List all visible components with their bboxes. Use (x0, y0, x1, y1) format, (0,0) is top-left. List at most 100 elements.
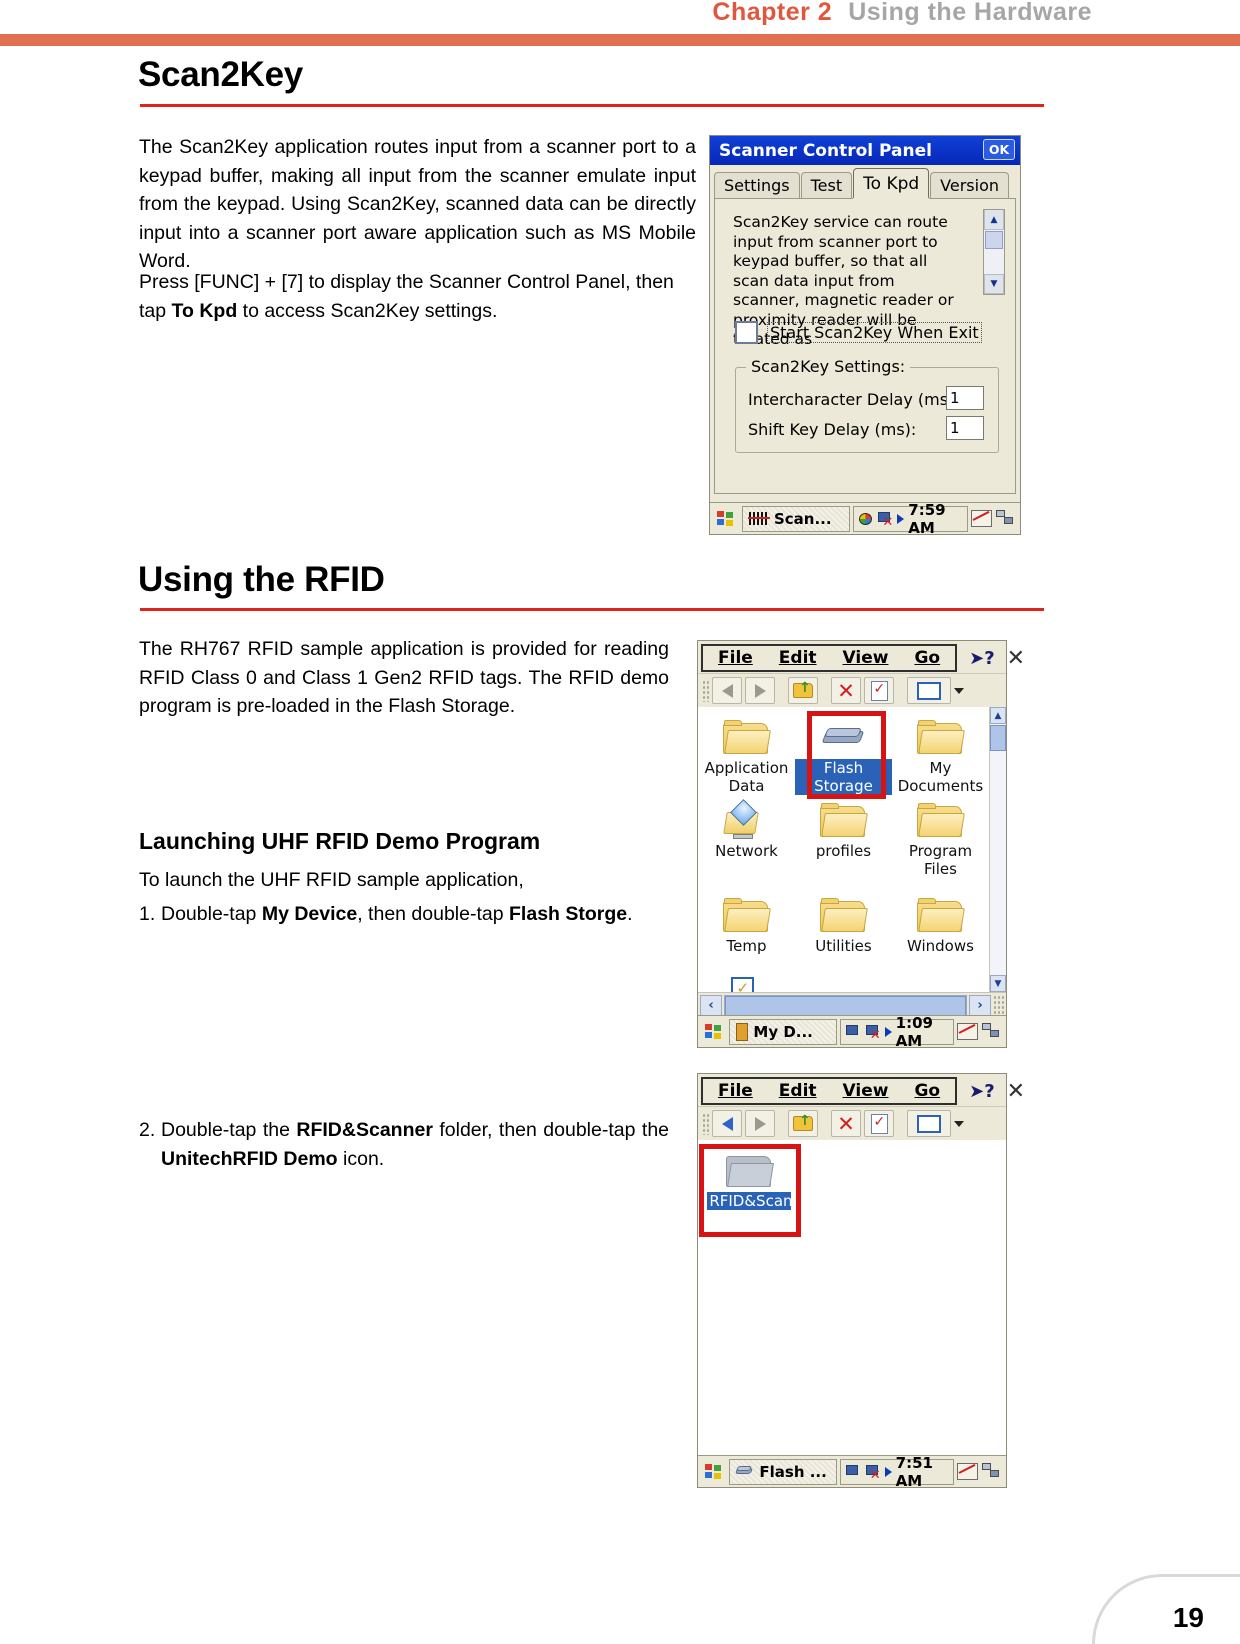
forward-button[interactable] (745, 677, 775, 704)
help-arrow-icon[interactable]: ➤? (965, 648, 999, 669)
page-title-using-rfid: Using the RFID (138, 560, 385, 599)
description-scrollbar[interactable]: ▲ ▼ (983, 209, 1005, 295)
toolbar-grip[interactable] (702, 1112, 709, 1135)
chevron-down-icon[interactable] (954, 1120, 964, 1127)
scroll-thumb[interactable] (990, 725, 1006, 751)
vertical-scrollbar[interactable]: ▲ ▼ (989, 707, 1006, 992)
scroll-down-icon[interactable]: ▼ (984, 274, 1004, 294)
scroll-down-icon[interactable]: ▼ (990, 975, 1006, 992)
taskbar-right-icons (971, 510, 1017, 527)
menu-go[interactable]: Go (901, 648, 953, 668)
folder-icon (916, 803, 965, 839)
step-1-part-1: My Device (261, 903, 358, 925)
tab-settings[interactable]: Settings (714, 172, 800, 198)
scroll-right-icon[interactable]: › (969, 994, 991, 1017)
start-scan2key-checkbox-row[interactable]: Start Scan2Key When Exit (735, 321, 982, 344)
activesync-icon[interactable] (846, 1024, 861, 1040)
list-item[interactable]: Network (698, 797, 795, 878)
sip-keyboard-icon[interactable] (957, 1463, 978, 1480)
back-button[interactable] (712, 677, 742, 704)
windows-flag-icon (705, 1024, 722, 1039)
desktop-switch-icon[interactable] (982, 1023, 1003, 1040)
explorer-content: RFID&Scanner (698, 1140, 1006, 1458)
scroll-thumb[interactable] (985, 231, 1003, 249)
back-button[interactable] (712, 1110, 742, 1137)
tray-expand-icon[interactable] (884, 1466, 892, 1477)
delete-button[interactable]: ✕ (831, 1110, 861, 1137)
step-1-part-0: Double-tap (161, 903, 262, 925)
chevron-down-icon[interactable] (954, 687, 964, 694)
taskbar-task-button[interactable]: Scan... (741, 505, 850, 532)
connection-disconnected-icon[interactable]: ✕ (865, 1464, 881, 1482)
using-rfid-paragraph: The RH767 RFID sample application is pro… (139, 638, 669, 717)
taskbar: Flash ... ✕ 7:51 AM (698, 1454, 1006, 1490)
list-item[interactable]: My Documents (892, 714, 989, 795)
hscroll-thumb[interactable] (725, 995, 966, 1016)
file-explorer-flash-storage-window[interactable]: File Edit View Go ➤? ✕ ✕ (697, 1073, 1025, 1490)
list-item[interactable]: profiles (795, 797, 892, 878)
toolbar-grip[interactable] (702, 679, 709, 702)
tray-expand-icon[interactable] (884, 1026, 892, 1037)
scroll-left-icon[interactable]: ‹ (700, 994, 722, 1017)
sip-keyboard-icon[interactable] (957, 1023, 978, 1040)
scan2key-paragraph-1: The Scan2Key application routes input fr… (139, 136, 696, 272)
taskbar: My D... ✕ 1:09 AM (698, 1014, 1006, 1050)
list-item-step-2: 2. Double-tap the RFID&Scanner folder, t… (139, 1116, 669, 1173)
tab-to-kpd[interactable]: To Kpd (853, 168, 930, 198)
list-item[interactable]: Windows (892, 892, 989, 955)
tab-test[interactable]: Test (800, 172, 853, 198)
view-mode-button[interactable] (907, 1110, 951, 1137)
help-arrow-icon[interactable]: ➤? (965, 1081, 999, 1102)
properties-button[interactable] (864, 1110, 894, 1137)
taskbar: Scan... ✕ 7:59 AM (710, 501, 1020, 537)
close-icon[interactable]: ✕ (1003, 1079, 1033, 1104)
windows-flag-icon (717, 511, 734, 526)
menu-edit-label: Edit (778, 1081, 817, 1101)
up-one-level-button[interactable] (788, 1110, 818, 1137)
start-scan2key-label: Start Scan2Key When Exit (767, 322, 982, 343)
menu-view[interactable]: View (830, 1081, 902, 1101)
view-mode-button[interactable] (907, 677, 951, 704)
list-item[interactable]: Temp (698, 892, 795, 955)
taskbar-task-button[interactable]: My D... (729, 1018, 838, 1045)
activesync-icon[interactable] (846, 1464, 861, 1480)
up-one-level-button[interactable] (788, 677, 818, 704)
menu-file[interactable]: File (705, 1081, 766, 1101)
close-icon[interactable]: ✕ (1003, 646, 1033, 671)
start-button[interactable] (701, 1018, 727, 1045)
scanner-control-panel-window[interactable]: Scanner Control Panel OK Settings Test T… (709, 135, 1021, 537)
forward-button[interactable] (745, 1110, 775, 1137)
menu-edit[interactable]: Edit (766, 648, 830, 668)
connection-disconnected-icon[interactable]: ✕ (865, 1024, 881, 1042)
sip-keyboard-icon[interactable] (971, 510, 992, 527)
tray-expand-icon[interactable] (897, 513, 905, 524)
desktop-switch-icon[interactable] (996, 510, 1017, 527)
icon-label: Network (715, 842, 778, 860)
ok-button[interactable]: OK (983, 139, 1015, 160)
menu-view[interactable]: View (830, 648, 902, 668)
properties-button[interactable] (864, 677, 894, 704)
menu-file[interactable]: File (705, 648, 766, 668)
menu-go[interactable]: Go (901, 1081, 953, 1101)
scroll-up-icon[interactable]: ▲ (984, 210, 1004, 230)
taskbar-task-button[interactable]: Flash ... (729, 1458, 838, 1485)
menu-edit[interactable]: Edit (766, 1081, 830, 1101)
list-item[interactable]: Utilities (795, 892, 892, 955)
tab-version[interactable]: Version (930, 172, 1010, 198)
list-item[interactable]: Program Files (892, 797, 989, 878)
intercharacter-delay-input[interactable]: 1 (946, 386, 984, 410)
delete-button[interactable]: ✕ (831, 677, 861, 704)
scroll-up-icon[interactable]: ▲ (990, 707, 1006, 724)
start-button[interactable] (713, 505, 739, 532)
shift-key-delay-input[interactable]: 1 (946, 416, 984, 440)
resize-grip[interactable] (993, 994, 1004, 1017)
connection-disconnected-icon[interactable]: ✕ (877, 511, 893, 529)
file-explorer-my-device-window[interactable]: File Edit View Go ➤? ✕ ✕ (697, 640, 1025, 1050)
menu-go-label: Go (914, 1081, 941, 1101)
menu-edit-label: Edit (778, 648, 817, 668)
list-item[interactable]: Application Data (698, 714, 795, 795)
start-scan2key-checkbox[interactable] (735, 321, 758, 344)
start-button[interactable] (701, 1458, 727, 1485)
network-globe-icon[interactable] (858, 511, 874, 526)
desktop-switch-icon[interactable] (982, 1463, 1003, 1480)
